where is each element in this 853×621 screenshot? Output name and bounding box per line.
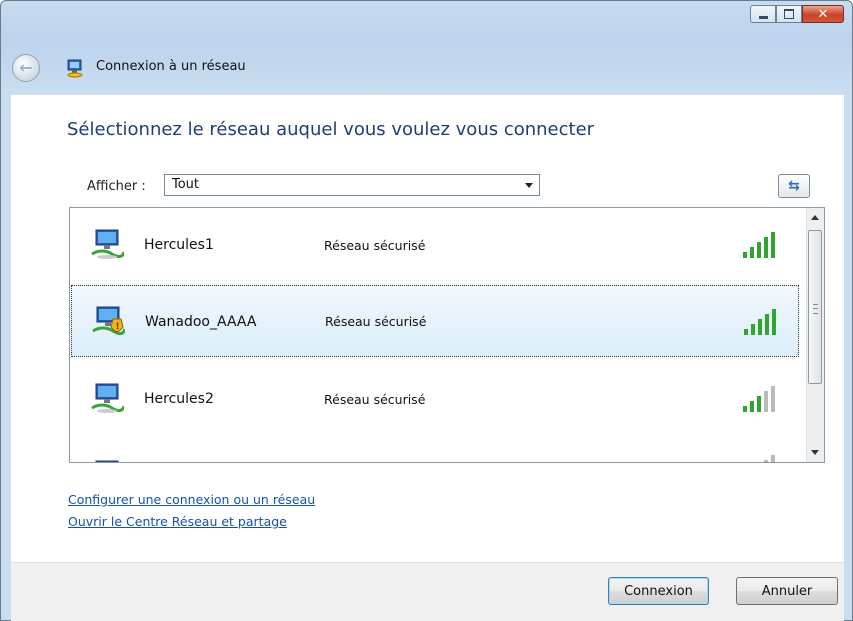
warning-network-icon: !: [92, 306, 125, 336]
close-icon: ✕: [817, 6, 829, 22]
content-area: Sélectionnez le réseau auquel vous voule…: [11, 94, 844, 563]
grip-icon: [813, 304, 818, 314]
svg-text:!: !: [116, 322, 120, 332]
signal-strength-icon: [744, 309, 776, 335]
refresh-icon: ⇆: [788, 178, 800, 194]
network-center-link[interactable]: Ouvrir le Centre Réseau et partage: [68, 514, 287, 529]
vertical-scrollbar[interactable]: [806, 208, 824, 462]
network-name: Hercules2: [144, 391, 214, 407]
chevron-down-icon: [525, 183, 533, 188]
maximize-icon: [784, 9, 794, 19]
network-connect-icon: [67, 59, 83, 78]
scroll-up-arrow-icon[interactable]: [811, 215, 819, 220]
network-name: Hercules1: [144, 237, 214, 253]
cancel-button[interactable]: Annuler: [736, 577, 838, 605]
network-row-selected[interactable]: ! Wanadoo_AAAA Réseau sécurisé: [71, 285, 799, 357]
connect-button[interactable]: Connexion: [608, 577, 709, 605]
signal-strength-icon: [743, 386, 775, 412]
caption-buttons: ✕: [750, 5, 844, 23]
secured-network-icon: [91, 229, 124, 259]
secured-network-icon: [91, 383, 124, 413]
network-status: Réseau sécurisé: [324, 238, 426, 253]
signal-strength-icon: [764, 455, 775, 462]
minimize-icon: [758, 15, 768, 19]
dialog-window: ✕ ← Connexion à un réseau Sélectionnez l…: [0, 0, 853, 621]
back-button[interactable]: ←: [12, 54, 40, 82]
scroll-thumb[interactable]: [808, 230, 822, 384]
refresh-button[interactable]: ⇆: [778, 174, 810, 198]
maximize-button[interactable]: [776, 5, 802, 23]
network-row[interactable]: Hercules1 Réseau sécurisé: [71, 208, 799, 280]
network-status: Réseau sécurisé: [324, 392, 426, 407]
filter-dropdown[interactable]: Tout: [164, 174, 540, 196]
filter-selected-value: Tout: [172, 177, 200, 192]
setup-connection-link[interactable]: Configurer une connexion ou un réseau: [68, 492, 315, 507]
network-icon: [95, 460, 119, 462]
network-name: Wanadoo_AAAA: [145, 314, 257, 330]
signal-strength-icon: [743, 232, 775, 258]
network-list[interactable]: Hercules1 Réseau sécurisé ! Wanadoo_AAAA…: [69, 207, 825, 463]
button-footer: Connexion Annuler: [11, 562, 844, 621]
network-status: Réseau sécurisé: [325, 314, 427, 329]
network-row-partial[interactable]: [71, 441, 799, 462]
close-button[interactable]: ✕: [802, 5, 844, 23]
scroll-down-arrow-icon[interactable]: [811, 450, 819, 455]
back-arrow-icon: ←: [19, 58, 33, 77]
minimize-button[interactable]: [750, 5, 776, 23]
page-heading: Sélectionnez le réseau auquel vous voule…: [67, 119, 595, 140]
window-title: Connexion à un réseau: [96, 59, 246, 74]
filter-label: Afficher :: [87, 179, 146, 194]
network-row[interactable]: Hercules2 Réseau sécurisé: [71, 363, 799, 435]
